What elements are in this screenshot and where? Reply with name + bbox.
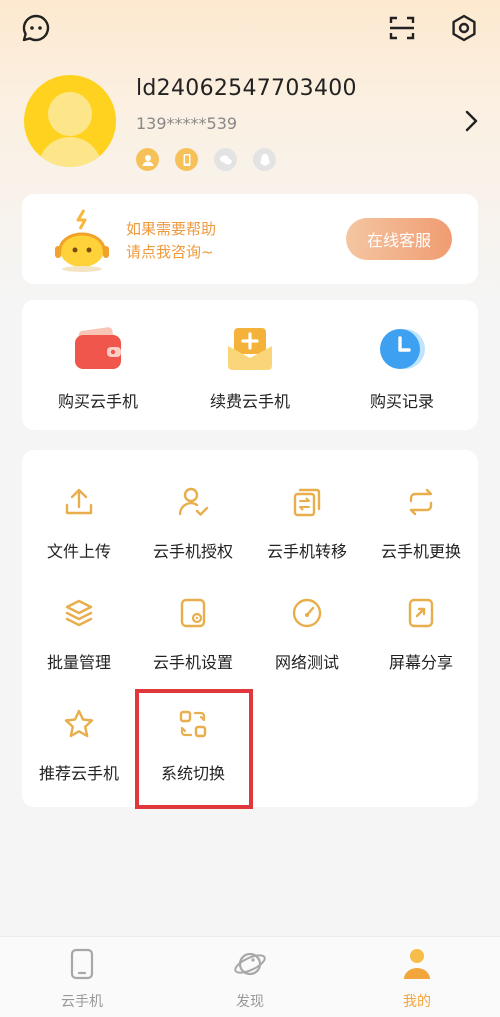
nav-label-cloud-phone: 云手机	[61, 994, 103, 1010]
wallet-icon	[72, 324, 124, 374]
layers-icon	[59, 593, 99, 633]
help-text: 如果需要帮助 请点我咨询~	[126, 218, 216, 264]
user-icon	[400, 947, 434, 981]
help-card[interactable]: 如果需要帮助 请点我咨询~ 在线客服	[22, 194, 478, 284]
file-upload-label: 文件上传	[46, 542, 111, 561]
person-verified-icon	[136, 148, 159, 171]
speedometer-icon	[287, 593, 327, 633]
message-icon[interactable]	[18, 10, 54, 46]
top-bar	[0, 0, 500, 60]
renew-cloud-phone-label: 续费云手机	[209, 392, 290, 411]
user-check-icon	[173, 482, 213, 522]
robot-mascot-icon	[52, 208, 112, 272]
cloud-phone-transfer-button[interactable]: 云手机转移	[250, 482, 364, 582]
network-test-label: 网络测试	[274, 653, 339, 672]
help-line-2: 请点我咨询~	[126, 243, 214, 261]
settings-gear-icon[interactable]	[446, 10, 482, 46]
purchase-history-label: 购买记录	[369, 392, 434, 411]
profile-section[interactable]: ld24062547703400 139*****539	[0, 70, 500, 180]
cloud-phone-settings-button[interactable]: 云手机设置	[136, 593, 250, 693]
batch-manage-label: 批量管理	[46, 653, 111, 672]
account-badges	[136, 148, 276, 171]
cloud-phone-replace-label: 云手机更换	[380, 542, 461, 561]
renew-cloud-phone-button[interactable]: 续费云手机	[174, 324, 326, 414]
nav-label-mine: 我的	[403, 994, 431, 1010]
swap-icon	[401, 482, 441, 522]
bottom-nav: 云手机 发现 我的	[0, 936, 500, 1017]
cloud-phone-transfer-label: 云手机转移	[266, 542, 347, 561]
phone-bound-icon	[175, 148, 198, 171]
upload-icon	[59, 482, 99, 522]
file-upload-button[interactable]: 文件上传	[22, 482, 136, 582]
cloud-phone-authorize-button[interactable]: 云手机授权	[136, 482, 250, 582]
scan-icon[interactable]	[384, 10, 420, 46]
cloud-phone-replace-button[interactable]: 云手机更换	[364, 482, 478, 582]
qq-icon	[253, 148, 276, 171]
chevron-right-icon[interactable]	[462, 108, 480, 138]
highlight-box	[135, 689, 253, 809]
recommend-cloud-phone-label: 推荐云手机	[38, 764, 119, 783]
username: ld24062547703400	[136, 76, 357, 101]
buy-cloud-phone-button[interactable]: 购买云手机	[22, 324, 174, 414]
recommend-cloud-phone-button[interactable]: 推荐云手机	[22, 704, 136, 804]
planet-icon	[233, 947, 267, 981]
nav-item-mine[interactable]: 我的	[357, 947, 477, 1011]
nav-label-discover: 发现	[236, 994, 264, 1010]
avatar[interactable]	[24, 75, 116, 167]
star-icon	[59, 704, 99, 744]
wechat-icon	[214, 148, 237, 171]
nav-item-cloud-phone[interactable]: 云手机	[22, 947, 142, 1011]
purchase-history-button[interactable]: 购买记录	[326, 324, 478, 414]
clock-icon	[376, 324, 428, 374]
cloud-phone-authorize-label: 云手机授权	[152, 542, 233, 561]
phone-settings-icon	[173, 593, 213, 633]
screen-share-button[interactable]: 屏幕分享	[364, 593, 478, 693]
cloud-phone-settings-label: 云手机设置	[152, 653, 233, 672]
phone-icon	[65, 947, 99, 981]
phone-number: 139*****539	[136, 114, 238, 133]
share-icon	[401, 593, 441, 633]
screen-share-label: 屏幕分享	[388, 653, 453, 672]
network-test-button[interactable]: 网络测试	[250, 593, 364, 693]
online-service-button[interactable]: 在线客服	[346, 218, 452, 260]
transfer-icon	[287, 482, 327, 522]
renew-box-icon	[224, 324, 276, 374]
batch-manage-button[interactable]: 批量管理	[22, 593, 136, 693]
nav-item-discover[interactable]: 发现	[190, 947, 310, 1011]
help-line-1: 如果需要帮助	[126, 220, 217, 238]
purchase-card: 购买云手机 续费云手机 购买记录	[22, 300, 478, 430]
buy-cloud-phone-label: 购买云手机	[57, 392, 138, 411]
